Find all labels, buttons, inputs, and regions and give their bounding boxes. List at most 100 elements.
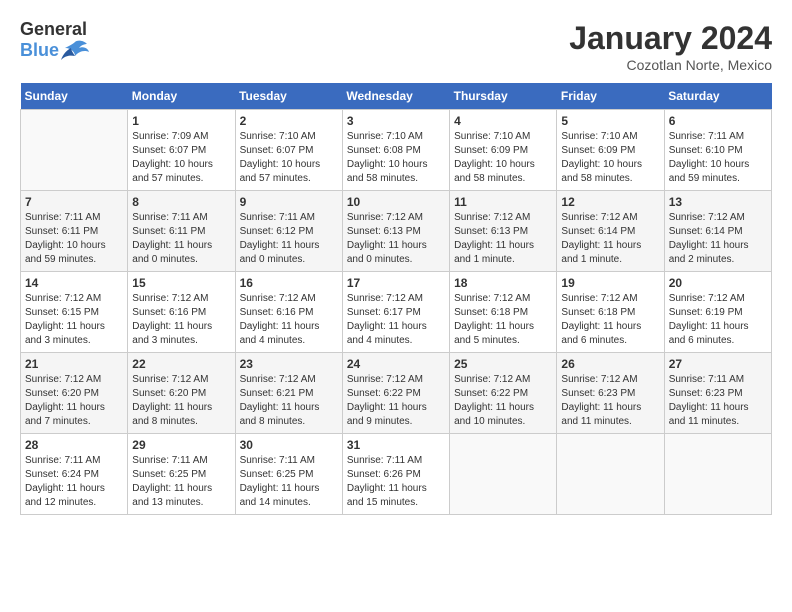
day-number: 8 bbox=[132, 195, 230, 209]
col-header-wednesday: Wednesday bbox=[342, 83, 449, 110]
calendar-cell: 16 Sunrise: 7:12 AM Sunset: 6:16 PM Dayli… bbox=[235, 272, 342, 353]
calendar-cell: 8 Sunrise: 7:11 AM Sunset: 6:11 PM Daylig… bbox=[128, 191, 235, 272]
day-info: Sunrise: 7:10 AM Sunset: 6:08 PM Dayligh… bbox=[347, 130, 445, 186]
calendar-cell: 30Sunrise: 7:11 AM Sunset: 6:25 PM Dayli… bbox=[235, 434, 342, 515]
logo-bird-icon bbox=[61, 40, 89, 62]
calendar-cell: 1 Sunrise: 7:09 AM Sunset: 6:07 PM Daylig… bbox=[128, 110, 235, 191]
day-info: Sunrise: 7:11 AM Sunset: 6:10 PM Dayligh… bbox=[669, 130, 767, 186]
col-header-tuesday: Tuesday bbox=[235, 83, 342, 110]
day-info: Sunrise: 7:11 AM Sunset: 6:26 PM Dayligh… bbox=[347, 454, 445, 510]
day-number: 21 bbox=[25, 357, 123, 371]
calendar-cell: 7Sunrise: 7:11 AM Sunset: 6:11 PM Daylig… bbox=[21, 191, 128, 272]
day-number: 24 bbox=[347, 357, 445, 371]
day-number: 29 bbox=[132, 438, 230, 452]
day-info: Sunrise: 7:12 AM Sunset: 6:16 PM Dayligh… bbox=[240, 292, 338, 348]
day-info: Sunrise: 7:10 AM Sunset: 6:07 PM Dayligh… bbox=[240, 130, 338, 186]
calendar-cell: 21 Sunrise: 7:12 AM Sunset: 6:20 PM Dayli… bbox=[21, 353, 128, 434]
calendar-cell: 22 Sunrise: 7:12 AM Sunset: 6:20 PM Dayli… bbox=[128, 353, 235, 434]
day-number: 27 bbox=[669, 357, 767, 371]
day-info: Sunrise: 7:10 AM Sunset: 6:09 PM Dayligh… bbox=[454, 130, 552, 186]
day-info: Sunrise: 7:12 AM Sunset: 6:21 PM Dayligh… bbox=[240, 373, 338, 429]
day-number: 5 bbox=[561, 114, 659, 128]
day-info: Sunrise: 7:12 AM Sunset: 6:23 PM Dayligh… bbox=[561, 373, 659, 429]
logo-general-text: General bbox=[20, 20, 87, 40]
day-number: 4 bbox=[454, 114, 552, 128]
calendar-cell: 12 Sunrise: 7:12 AM Sunset: 6:14 PM Dayli… bbox=[557, 191, 664, 272]
day-number: 20 bbox=[669, 276, 767, 290]
day-info: Sunrise: 7:12 AM Sunset: 6:20 PM Dayligh… bbox=[132, 373, 230, 429]
calendar-cell: 11 Sunrise: 7:12 AM Sunset: 6:13 PM Dayli… bbox=[450, 191, 557, 272]
calendar-cell: 18Sunrise: 7:12 AM Sunset: 6:18 PM Dayli… bbox=[450, 272, 557, 353]
logo: General Blue bbox=[20, 20, 89, 62]
calendar-cell: 13Sunrise: 7:12 AM Sunset: 6:14 PM Dayli… bbox=[664, 191, 771, 272]
day-number: 26 bbox=[561, 357, 659, 371]
calendar-cell: 6 Sunrise: 7:11 AM Sunset: 6:10 PM Daylig… bbox=[664, 110, 771, 191]
day-info: Sunrise: 7:12 AM Sunset: 6:22 PM Dayligh… bbox=[347, 373, 445, 429]
day-info: Sunrise: 7:12 AM Sunset: 6:20 PM Dayligh… bbox=[25, 373, 123, 429]
calendar-cell: 3 Sunrise: 7:10 AM Sunset: 6:08 PM Daylig… bbox=[342, 110, 449, 191]
day-number: 28 bbox=[25, 438, 123, 452]
day-number: 13 bbox=[669, 195, 767, 209]
day-number: 22 bbox=[132, 357, 230, 371]
col-header-friday: Friday bbox=[557, 83, 664, 110]
day-info: Sunrise: 7:12 AM Sunset: 6:13 PM Dayligh… bbox=[347, 211, 445, 267]
day-number: 1 bbox=[132, 114, 230, 128]
calendar-cell: 5 Sunrise: 7:10 AM Sunset: 6:09 PM Daylig… bbox=[557, 110, 664, 191]
calendar-table: SundayMondayTuesdayWednesdayThursdayFrid… bbox=[20, 83, 772, 515]
day-info: Sunrise: 7:11 AM Sunset: 6:12 PM Dayligh… bbox=[240, 211, 338, 267]
day-number: 3 bbox=[347, 114, 445, 128]
calendar-cell: 27 Sunrise: 7:11 AM Sunset: 6:23 PM Dayli… bbox=[664, 353, 771, 434]
page-header: General Blue January 2024 Cozotlan Norte… bbox=[20, 20, 772, 73]
day-info: Sunrise: 7:10 AM Sunset: 6:09 PM Dayligh… bbox=[561, 130, 659, 186]
day-number: 15 bbox=[132, 276, 230, 290]
calendar-cell: 17Sunrise: 7:12 AM Sunset: 6:17 PM Dayli… bbox=[342, 272, 449, 353]
day-number: 9 bbox=[240, 195, 338, 209]
calendar-cell bbox=[664, 434, 771, 515]
day-info: Sunrise: 7:12 AM Sunset: 6:15 PM Dayligh… bbox=[25, 292, 123, 348]
col-header-saturday: Saturday bbox=[664, 83, 771, 110]
day-info: Sunrise: 7:12 AM Sunset: 6:19 PM Dayligh… bbox=[669, 292, 767, 348]
day-number: 23 bbox=[240, 357, 338, 371]
day-info: Sunrise: 7:11 AM Sunset: 6:23 PM Dayligh… bbox=[669, 373, 767, 429]
day-info: Sunrise: 7:09 AM Sunset: 6:07 PM Dayligh… bbox=[132, 130, 230, 186]
calendar-cell: 26 Sunrise: 7:12 AM Sunset: 6:23 PM Dayli… bbox=[557, 353, 664, 434]
day-info: Sunrise: 7:12 AM Sunset: 6:18 PM Dayligh… bbox=[561, 292, 659, 348]
calendar-cell bbox=[21, 110, 128, 191]
day-info: Sunrise: 7:12 AM Sunset: 6:17 PM Dayligh… bbox=[347, 292, 445, 348]
calendar-cell: 19Sunrise: 7:12 AM Sunset: 6:18 PM Dayli… bbox=[557, 272, 664, 353]
day-info: Sunrise: 7:12 AM Sunset: 6:16 PM Dayligh… bbox=[132, 292, 230, 348]
calendar-cell: 20 Sunrise: 7:12 AM Sunset: 6:19 PM Dayli… bbox=[664, 272, 771, 353]
col-header-sunday: Sunday bbox=[21, 83, 128, 110]
day-info: Sunrise: 7:12 AM Sunset: 6:13 PM Dayligh… bbox=[454, 211, 552, 267]
calendar-cell: 24 Sunrise: 7:12 AM Sunset: 6:22 PM Dayli… bbox=[342, 353, 449, 434]
logo-blue-text: Blue bbox=[20, 41, 59, 61]
day-info: Sunrise: 7:12 AM Sunset: 6:22 PM Dayligh… bbox=[454, 373, 552, 429]
day-info: Sunrise: 7:12 AM Sunset: 6:14 PM Dayligh… bbox=[561, 211, 659, 267]
calendar-cell: 14 Sunrise: 7:12 AM Sunset: 6:15 PM Dayli… bbox=[21, 272, 128, 353]
day-number: 7 bbox=[25, 195, 123, 209]
day-number: 10 bbox=[347, 195, 445, 209]
day-info: Sunrise: 7:11 AM Sunset: 6:25 PM Dayligh… bbox=[132, 454, 230, 510]
day-number: 2 bbox=[240, 114, 338, 128]
day-number: 11 bbox=[454, 195, 552, 209]
calendar-cell: 29 Sunrise: 7:11 AM Sunset: 6:25 PM Dayli… bbox=[128, 434, 235, 515]
day-number: 6 bbox=[669, 114, 767, 128]
title-block: January 2024 Cozotlan Norte, Mexico bbox=[569, 20, 772, 73]
calendar-cell: 23 Sunrise: 7:12 AM Sunset: 6:21 PM Dayli… bbox=[235, 353, 342, 434]
calendar-cell: 4 Sunrise: 7:10 AM Sunset: 6:09 PM Daylig… bbox=[450, 110, 557, 191]
day-number: 12 bbox=[561, 195, 659, 209]
calendar-cell: 10 Sunrise: 7:12 AM Sunset: 6:13 PM Dayli… bbox=[342, 191, 449, 272]
day-number: 25 bbox=[454, 357, 552, 371]
day-number: 14 bbox=[25, 276, 123, 290]
calendar-cell: 2 Sunrise: 7:10 AM Sunset: 6:07 PM Daylig… bbox=[235, 110, 342, 191]
day-info: Sunrise: 7:11 AM Sunset: 6:25 PM Dayligh… bbox=[240, 454, 338, 510]
day-info: Sunrise: 7:11 AM Sunset: 6:11 PM Dayligh… bbox=[132, 211, 230, 267]
calendar-cell bbox=[450, 434, 557, 515]
calendar-cell: 28Sunrise: 7:11 AM Sunset: 6:24 PM Dayli… bbox=[21, 434, 128, 515]
calendar-cell: 9 Sunrise: 7:11 AM Sunset: 6:12 PM Daylig… bbox=[235, 191, 342, 272]
day-number: 31 bbox=[347, 438, 445, 452]
col-header-monday: Monday bbox=[128, 83, 235, 110]
calendar-cell: 31 Sunrise: 7:11 AM Sunset: 6:26 PM Dayli… bbox=[342, 434, 449, 515]
calendar-cell: 25 Sunrise: 7:12 AM Sunset: 6:22 PM Dayli… bbox=[450, 353, 557, 434]
day-number: 16 bbox=[240, 276, 338, 290]
